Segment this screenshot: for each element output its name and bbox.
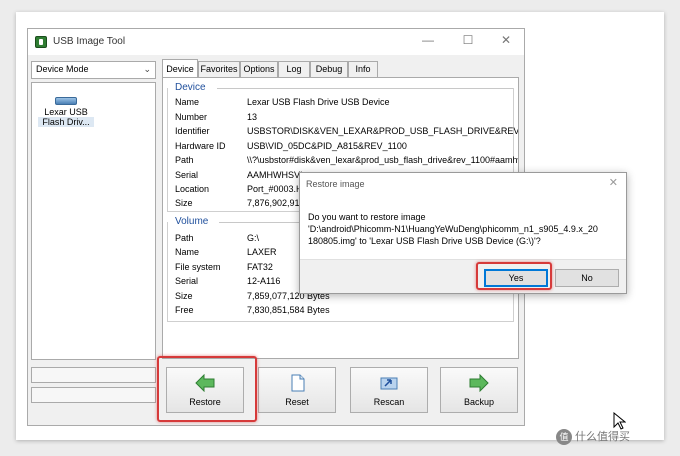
row-key: Location [175, 184, 210, 194]
app-icon [35, 36, 47, 48]
row-key: Size [175, 198, 193, 208]
row-key: Free [175, 305, 194, 315]
tab-options[interactable]: Options [240, 61, 278, 77]
row-value: Lexar USB Flash Drive USB Device [247, 97, 390, 107]
window-title: USB Image Tool [53, 36, 126, 47]
sidebar-status-field-1 [31, 367, 156, 383]
dialog-message: Do you want to restore image 'D:\android… [308, 212, 598, 246]
tab-info[interactable]: Info [348, 61, 378, 77]
row-value: USBSTOR\DISK&VEN_LEXAR&PROD_USB_FLASH_DR… [247, 126, 519, 136]
watermark-text: 什么值得买 [575, 431, 630, 443]
row-value: Port_#0003.H [247, 184, 303, 194]
backup-label: Backup [463, 397, 495, 407]
row-key: File system [175, 262, 221, 272]
row-key: Serial [175, 170, 199, 180]
row-key: Hardware ID [175, 141, 226, 151]
tab-debug[interactable]: Debug [310, 61, 348, 77]
tab-log[interactable]: Log [278, 61, 310, 77]
row-key: Path [175, 233, 194, 243]
row-value: AAMHWHSVI [247, 170, 303, 180]
tab-device[interactable]: Device [162, 59, 198, 77]
rescan-icon [380, 377, 398, 390]
watermark-logo: 值 [556, 429, 572, 446]
watermark: 值什么值得买 [556, 428, 630, 446]
sidebar-status-field-2 [31, 387, 156, 403]
rescan-label: Rescan [373, 397, 405, 407]
row-key: Path [175, 155, 194, 165]
dialog-footer: Yes No [300, 259, 626, 293]
minimize-icon[interactable]: — [416, 33, 440, 47]
device-mode-select[interactable]: Device Mode ⌄ [31, 61, 156, 79]
tab-favorites[interactable]: Favorites [198, 61, 240, 77]
restore-image-dialog: Restore image ✕ Do you want to restore i… [299, 172, 627, 294]
backup-button[interactable]: Backup [440, 367, 518, 413]
chevron-down-icon: ⌄ [143, 64, 151, 74]
maximize-icon[interactable]: ☐ [456, 33, 480, 47]
device-label-line1: Lexar USB [44, 107, 88, 117]
action-toolbar: Restore Reset Rescan Backup [162, 363, 519, 419]
title-bar: USB Image Tool — ☐ ✕ [28, 29, 524, 55]
row-value: USB\VID_05DC&PID_A815&REV_1100 [247, 141, 407, 151]
reset-label: Reset [285, 397, 309, 407]
row-key: Identifier [175, 126, 210, 136]
arrow-right-icon [469, 374, 489, 392]
device-mode-value: Device Mode [36, 64, 89, 74]
usb-drive-icon [55, 97, 77, 105]
row-value: \\?\usbstor#disk&ven_lexar&prod_usb_flas… [247, 155, 519, 165]
close-icon[interactable]: ✕ [494, 33, 518, 47]
row-value: LAXER [247, 247, 277, 257]
row-value: 7,876,902,912 [247, 198, 305, 208]
device-label-line2: Flash Driv... [38, 117, 94, 127]
row-key: Number [175, 112, 208, 122]
row-value: 13 [247, 112, 258, 122]
dialog-title: Restore image [306, 179, 365, 189]
no-button[interactable]: No [555, 269, 619, 287]
arrow-left-icon [195, 374, 215, 392]
yes-button[interactable]: Yes [484, 269, 548, 287]
row-value: 7,830,851,584 Bytes [247, 305, 330, 315]
rescan-button[interactable]: Rescan [350, 367, 428, 413]
row-key: Name [175, 247, 200, 257]
dialog-close-icon[interactable]: ✕ [609, 176, 618, 189]
row-value: 12-A116 [247, 276, 281, 286]
row-value: G:\ [247, 233, 260, 243]
row-key: Serial [175, 276, 199, 286]
restore-label: Restore [189, 397, 221, 407]
restore-button[interactable]: Restore [166, 367, 244, 413]
document-icon [291, 374, 305, 392]
reset-button[interactable]: Reset [258, 367, 336, 413]
device-list: Lexar USB Flash Driv... [31, 82, 156, 360]
row-key: Size [175, 291, 193, 301]
device-item-lexar-usb[interactable]: Lexar USB Flash Driv... [38, 97, 94, 127]
row-key: Name [175, 97, 200, 107]
row-value: FAT32 [247, 262, 273, 272]
